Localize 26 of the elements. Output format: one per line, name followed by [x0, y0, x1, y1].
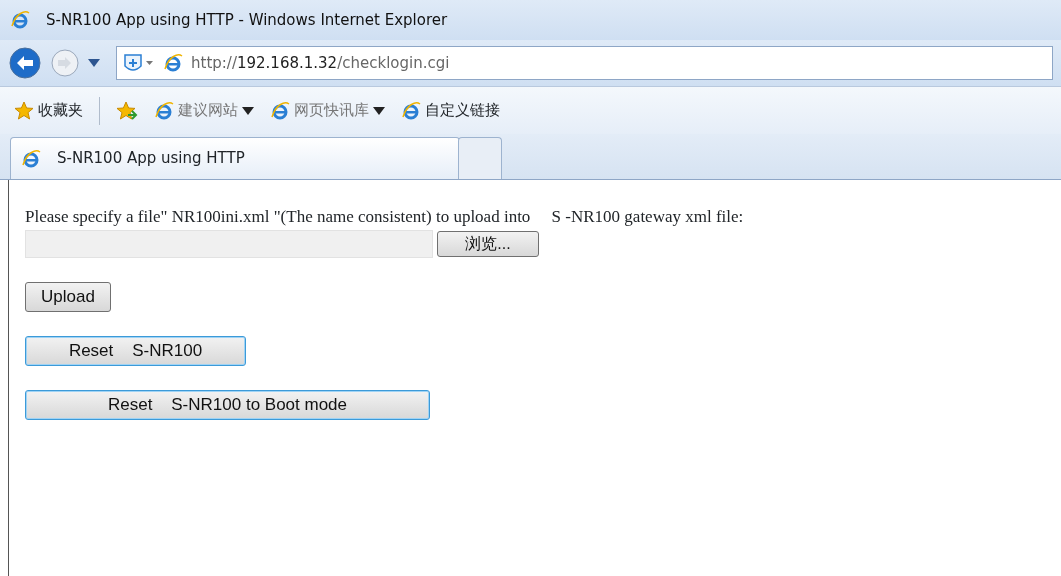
action-button[interactable]: Reset S-NR100 to Boot mode — [25, 389, 430, 420]
star-icon[interactable] — [14, 100, 34, 121]
browser-icon — [154, 100, 174, 121]
dropdown-icon[interactable] — [88, 59, 100, 67]
browse-button[interactable]: 浏览... — [437, 230, 539, 257]
browser-icon — [401, 100, 421, 121]
address-field[interactable]: http://192.168.1.32/checklogin.cgi — [116, 46, 1053, 80]
browser-icon — [10, 10, 30, 30]
favorite-link[interactable]: 自定义链接 — [425, 99, 500, 122]
shield-plus-icon[interactable] — [123, 52, 155, 74]
action-button[interactable]: Upload — [25, 281, 111, 312]
window-title: S-NR100 App using HTTP - Windows Internet Explorer — [46, 9, 448, 31]
browser-icon — [270, 100, 290, 121]
browser-tab[interactable]: S-NR100 App using HTTP — [10, 137, 460, 179]
browser-icon — [163, 53, 183, 73]
back-button[interactable] — [8, 46, 42, 80]
action-button[interactable]: Reset S-NR100 — [25, 335, 246, 366]
favorite-link[interactable]: 建议网站 — [178, 99, 238, 122]
favorite-link[interactable]: 网页快讯库 — [294, 99, 369, 122]
caret-icon[interactable] — [373, 106, 385, 115]
browser-icon — [21, 148, 41, 169]
file-path-field[interactable] — [25, 229, 433, 258]
favorites-label[interactable]: 收藏夹 — [38, 99, 83, 122]
instruction-text: Please specify a file" NR100ini.xml "(The name consistent) to upload into S -NR100 gateway xml file: — [25, 206, 745, 228]
add-favorite-icon[interactable] — [116, 100, 138, 121]
caret-icon[interactable] — [242, 106, 254, 115]
